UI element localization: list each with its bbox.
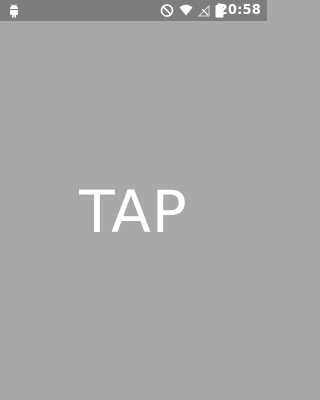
status-bar-clock: 20:58 bbox=[218, 3, 261, 18]
tap-label: TAP bbox=[79, 178, 188, 246]
cell-signal-icon bbox=[198, 4, 210, 17]
do-not-disturb-icon bbox=[160, 4, 174, 17]
wifi-icon bbox=[179, 4, 193, 16]
android-notification-icon bbox=[10, 4, 18, 18]
status-bar: 20:58 bbox=[0, 0, 267, 21]
tap-screen[interactable]: TAP bbox=[0, 21, 267, 400]
